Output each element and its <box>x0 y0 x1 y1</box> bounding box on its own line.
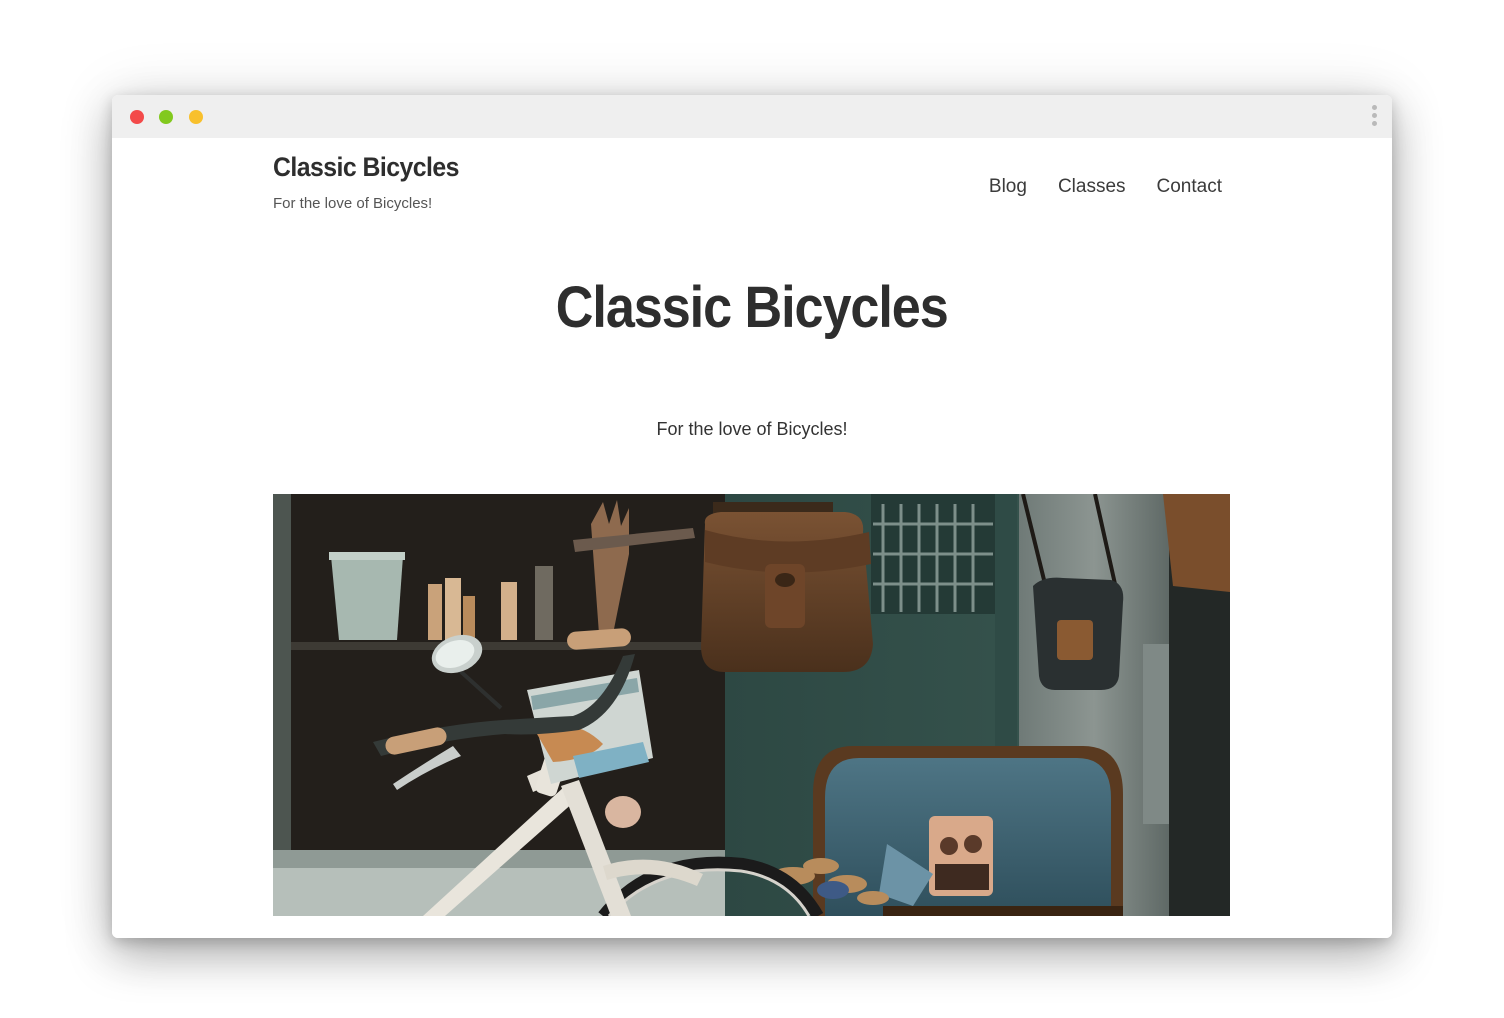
screenshot-stage: Classic Bicycles For the love of Bicycle… <box>0 0 1504 1018</box>
hero-tagline: For the love of Bicycles! <box>656 419 848 439</box>
site-title-link[interactable]: Classic Bicycles <box>273 152 459 183</box>
hero-title-text: Classic Bicycles <box>556 275 949 340</box>
minimize-window-button[interactable] <box>159 110 173 124</box>
main-nav: Blog Classes Contact <box>989 176 1222 198</box>
nav-item-contact[interactable]: Contact <box>1157 176 1222 198</box>
site-tagline: For the love of Bicycles! <box>273 195 433 212</box>
window-titlebar <box>112 95 1392 138</box>
hero-image-vintage-bicycle <box>273 494 1230 916</box>
hero-title: Classic Bicycles <box>112 274 1392 341</box>
nav-item-classes[interactable]: Classes <box>1058 176 1126 198</box>
kebab-menu-icon[interactable] <box>1370 105 1378 129</box>
page-content: Classic Bicycles For the love of Bicycle… <box>112 138 1392 938</box>
close-window-button[interactable] <box>130 110 144 124</box>
maximize-window-button[interactable] <box>189 110 203 124</box>
browser-window: Classic Bicycles For the love of Bicycle… <box>112 95 1392 938</box>
nav-item-blog[interactable]: Blog <box>989 176 1027 198</box>
